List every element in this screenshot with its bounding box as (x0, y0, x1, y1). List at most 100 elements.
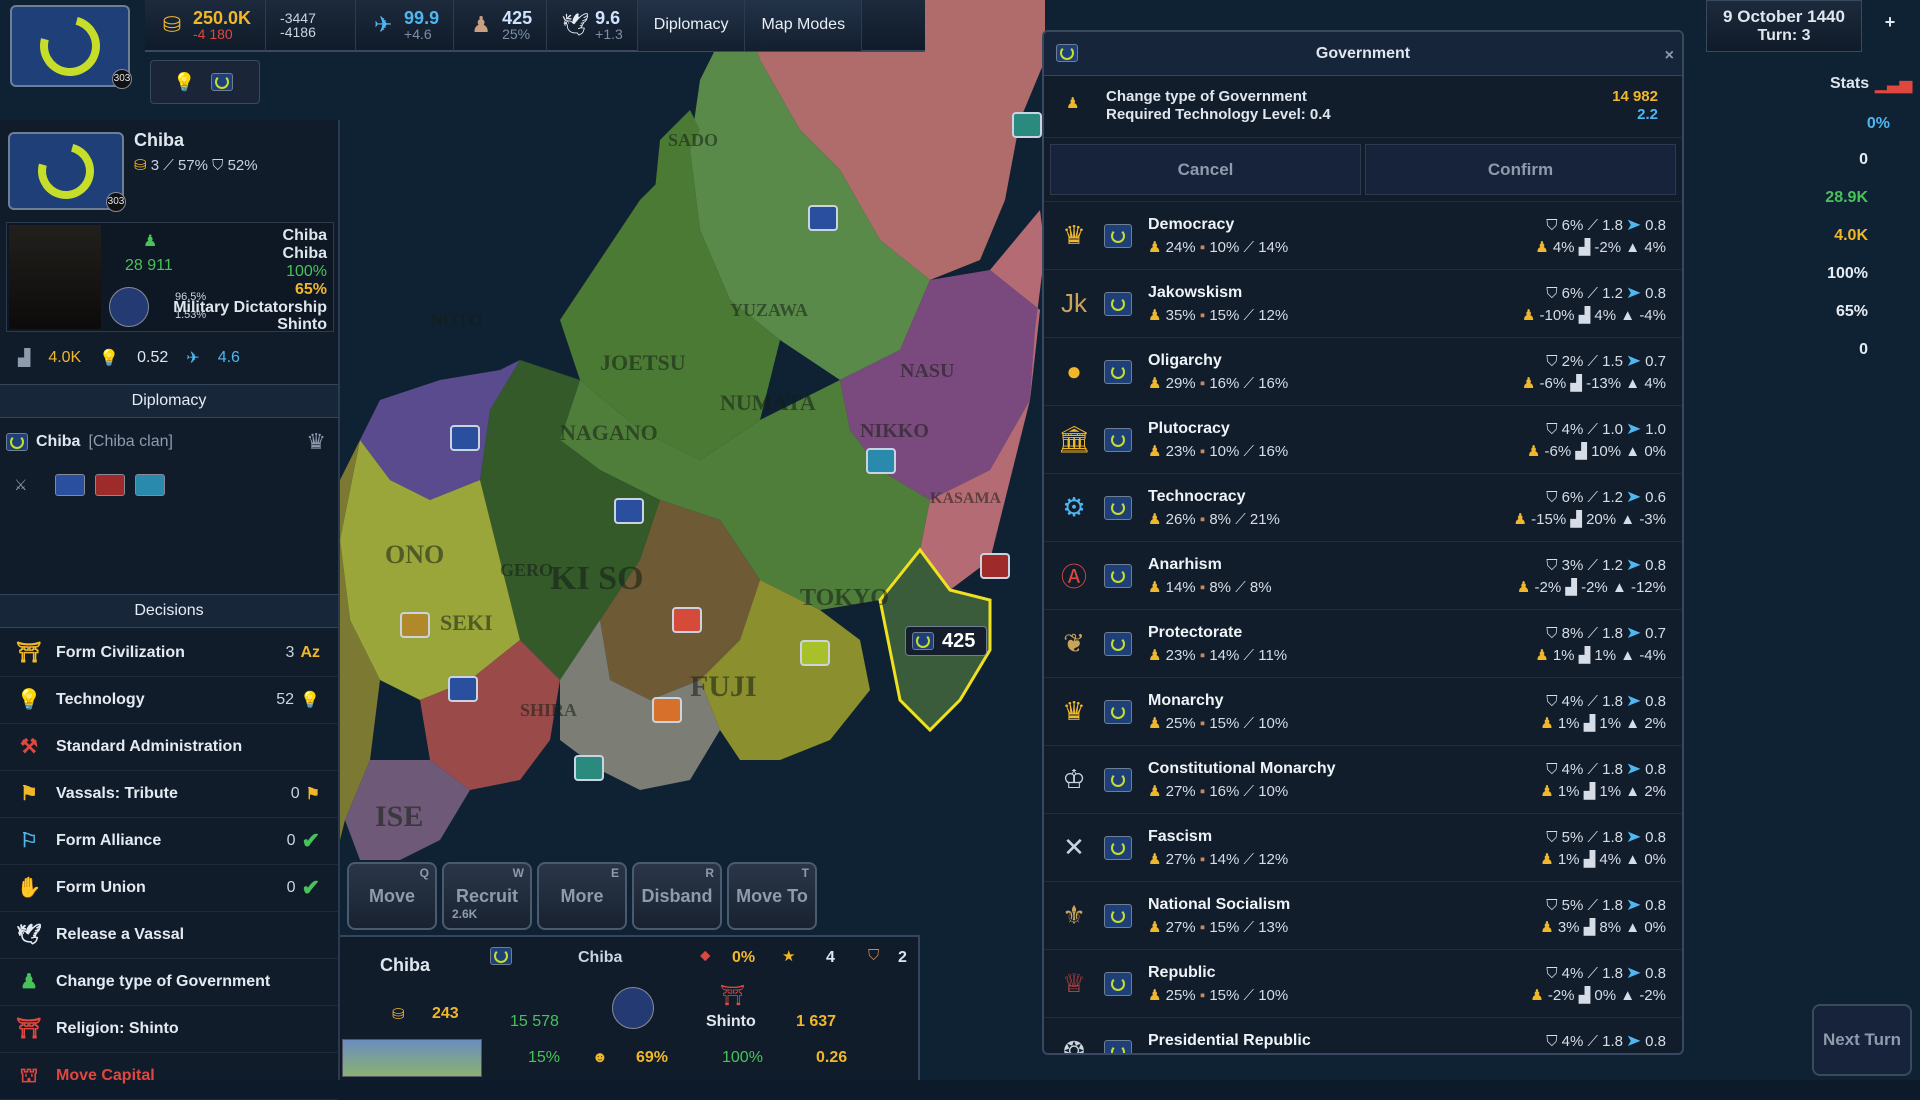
ruler-portrait[interactable] (9, 225, 101, 329)
stat-value: 16% (1209, 782, 1240, 800)
government-option[interactable]: ❂ Presidential Republic ♟ ▪ ⟋ ⛉ 4% ⟋ 1.8… (1044, 1018, 1682, 1053)
lightbulb-icon: 💡 (300, 692, 320, 709)
modifier-value: 8% (1561, 625, 1584, 642)
plane-icon: ➤ (1627, 421, 1641, 438)
close-icon[interactable]: × (1665, 34, 1674, 78)
right-stat[interactable]: 0 (1859, 142, 1868, 178)
stat-value: 24% (1165, 238, 1196, 256)
city-marker[interactable] (450, 425, 480, 451)
next-turn-button[interactable]: Next Turn (1812, 1004, 1912, 1076)
plane-icon: ✈ (186, 350, 200, 367)
city-marker[interactable] (1012, 112, 1042, 138)
check-icon: ✔ (301, 828, 320, 853)
city-marker[interactable] (448, 676, 478, 702)
gavel-icon: ⚒ (20, 736, 38, 758)
government-option[interactable]: ✕ Fascism ♟ 27% ▪ 14% ⟋ 12% ⛉ 5% ⟋ 1.8 ➤… (1044, 814, 1682, 882)
modifier-value: 1.5 (1602, 353, 1624, 370)
balance-resource[interactable]: -3447 -4186 (266, 0, 357, 51)
flag-icon[interactable] (211, 73, 234, 91)
country-stat2: 57% (177, 157, 208, 174)
city-marker[interactable] (672, 607, 702, 633)
more-button[interactable]: E More (537, 862, 627, 930)
person-icon: ♟ (1530, 987, 1544, 1004)
army-marker[interactable]: 425 (905, 626, 987, 656)
right-stat[interactable]: 4.0K (1834, 218, 1868, 254)
government-option[interactable]: ♛ Democracy ♟ 24% ▪ 10% ⟋ 14% ⛉ 6% ⟋ 1.8… (1044, 202, 1682, 270)
country-flag[interactable]: 303 (8, 132, 126, 212)
right-stat[interactable]: 0 (1859, 332, 1868, 368)
city-marker[interactable] (652, 697, 682, 723)
decision-item[interactable]: ✋ Form Union 0 ✔ (0, 865, 338, 912)
modifier-value: 2% (1644, 783, 1666, 800)
disband-button[interactable]: R Disband (632, 862, 722, 930)
city-marker[interactable] (808, 205, 838, 231)
cancel-button[interactable]: Cancel (1050, 144, 1361, 195)
city-marker[interactable] (866, 448, 896, 474)
decision-item[interactable]: ⚐ Form Alliance 0 ✔ (0, 818, 338, 865)
confirm-button[interactable]: Confirm (1365, 144, 1676, 195)
government-option[interactable]: ♕ Republic ♟ 25% ▪ 15% ⟋ 10% ⛉ 4% ⟋ 1.8 … (1044, 950, 1682, 1018)
move-to-button[interactable]: T Move To (727, 862, 817, 930)
city-marker[interactable] (574, 755, 604, 781)
recruit-button[interactable]: W Recruit 2.6K (442, 862, 532, 930)
diplo-resource[interactable]: 🕊 9.6 +1.3 (547, 0, 638, 51)
stats-label[interactable]: Stats ▁▃▅ (1830, 74, 1912, 94)
decision-item[interactable]: ⚑ Vassals: Tribute 0 ⚑ (0, 771, 338, 818)
neighbor-flag[interactable] (55, 474, 86, 496)
move-button[interactable]: Q Move (347, 862, 437, 930)
right-stat[interactable]: 28.9K (1825, 180, 1868, 216)
modifier-value: 1% (1599, 715, 1622, 732)
plane-icon: ✈ (373, 12, 393, 37)
neighbor-flag[interactable] (95, 474, 126, 496)
city-marker[interactable] (400, 612, 430, 638)
government-option[interactable]: ♔ Constitutional Monarchy ♟ 27% ▪ 16% ⟋ … (1044, 746, 1682, 814)
decision-item[interactable]: ⛫ Move Capital (0, 1053, 338, 1100)
government-option[interactable]: ⚜ National Socialism ♟ 27% ▪ 15% ⟋ 13% ⛉… (1044, 882, 1682, 950)
government-option[interactable]: Jk Jakowskism ♟ 35% ▪ 15% ⟋ 12% ⛉ 6% ⟋ 1… (1044, 270, 1682, 338)
modifier-value: 1% (1557, 851, 1580, 868)
decision-item[interactable]: ⛩ Form Civilization 3 Aᴢ (0, 630, 338, 677)
right-stat[interactable]: 0% (1867, 106, 1890, 142)
zoom-plus-button[interactable]: + (1870, 12, 1910, 42)
diplomacy-button[interactable]: Diplomacy (637, 0, 746, 51)
modifier-value: 5% (1561, 897, 1584, 914)
government-name: Oligarchy (1148, 351, 1222, 369)
government-option[interactable]: ⚙ Technocracy ♟ 26% ▪ 8% ⟋ 21% ⛉ 6% ⟋ 1.… (1044, 474, 1682, 542)
hill-icon: ▲ (1625, 851, 1641, 868)
gold-icon: ♟ (1148, 782, 1162, 800)
flag-icon (6, 433, 28, 451)
hotkey: W (512, 866, 524, 880)
province-thumbnail[interactable] (342, 1039, 482, 1077)
modifier-value: 0.8 (1645, 761, 1666, 778)
decision-item[interactable]: ♟ Change type of Government (0, 959, 338, 1006)
city-marker[interactable] (614, 498, 644, 524)
government-option[interactable]: ● Oligarchy ♟ 29% ▪ 16% ⟋ 16% ⛉ 2% ⟋ 1.5… (1044, 338, 1682, 406)
required-tech-label: Required Technology Level: 0.4 (1106, 106, 1331, 123)
decision-item[interactable]: ⛩ Religion: Shinto (0, 1006, 338, 1053)
right-stat[interactable]: 65% (1836, 294, 1868, 330)
sword-icon: ⟋ (1587, 489, 1598, 506)
decision-item[interactable]: 💡 Technology 52 💡 (0, 677, 338, 724)
right-stat[interactable]: 100% (1827, 256, 1868, 292)
flag-icon (1104, 835, 1132, 860)
top-resource-bar: ⛁ 250.0K -4 180 -3447 -4186 ✈ 99.9 +4.6 ♟ 4… (145, 0, 925, 52)
tech-resource[interactable]: ✈ 99.9 +4.6 (356, 0, 455, 51)
country-flag-button[interactable]: 303 (10, 5, 132, 89)
neighbor-flag[interactable] (135, 474, 166, 496)
city-marker[interactable] (800, 640, 830, 666)
lightbulb-icon[interactable]: 💡 (173, 72, 195, 93)
diplomacy-clan-row[interactable]: Chiba [Chiba clan] ♛ (6, 424, 334, 460)
factory-icon: ▟ (1578, 307, 1591, 324)
decision-item[interactable]: 🕊 Release a Vassal (0, 912, 338, 959)
government-option[interactable]: 🏛 Plutocracy ♟ 23% ▪ 10% ⟋ 16% ⛉ 4% ⟋ 1.… (1044, 406, 1682, 474)
decision-label: Change type of Government (56, 973, 271, 990)
map-modes-button[interactable]: Map Modes (745, 0, 863, 51)
city-marker[interactable] (980, 553, 1010, 579)
government-option[interactable]: ♛ Monarchy ♟ 25% ▪ 15% ⟋ 10% ⛉ 4% ⟋ 1.8 … (1044, 678, 1682, 746)
decision-item[interactable]: ⚒ Standard Administration (0, 724, 338, 771)
stat-value: 16% (1209, 374, 1240, 392)
government-option[interactable]: Ⓐ Anarhism ♟ 14% ▪ 8% ⟋ 8% ⛉ 3% ⟋ 1.2 ➤ … (1044, 542, 1682, 610)
manpower-resource[interactable]: ♟ 425 25% (454, 0, 548, 51)
government-option[interactable]: ❦ Protectorate ♟ 23% ▪ 14% ⟋ 11% ⛉ 8% ⟋ … (1044, 610, 1682, 678)
gold-resource[interactable]: ⛁ 250.0K -4 180 (145, 0, 267, 51)
